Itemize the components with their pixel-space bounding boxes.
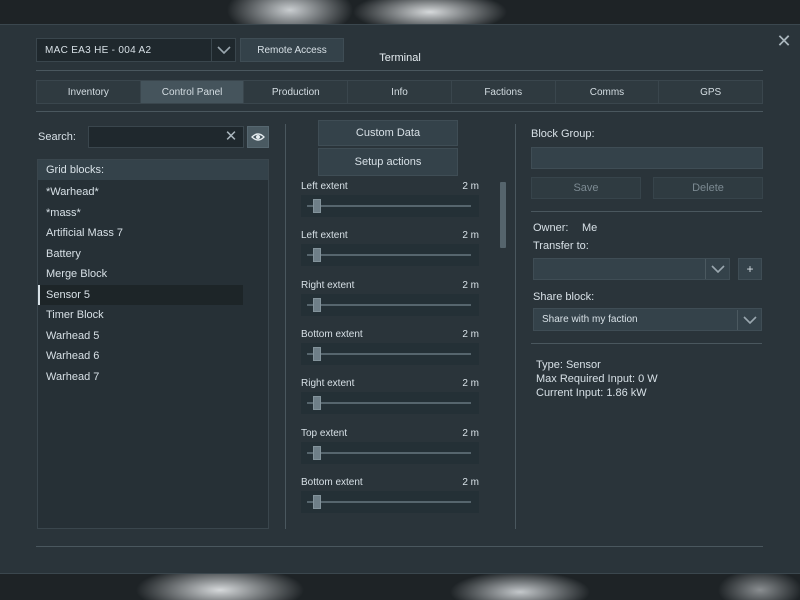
right-divider-2 (531, 343, 762, 344)
extent-slider-row: Right extent 2 m (301, 378, 479, 418)
info-current-input: Current Input: 1.86 kW (536, 387, 647, 399)
search-label: Search: (38, 131, 76, 143)
custom-data-button[interactable]: Custom Data (318, 120, 458, 146)
block-group-label: Block Group: (531, 128, 595, 140)
eye-icon (251, 133, 265, 141)
column-divider-left (285, 124, 286, 529)
chevron-down-icon[interactable] (211, 39, 235, 61)
share-dropdown[interactable]: Share with my faction (533, 308, 762, 331)
list-item[interactable]: Timer Block (38, 305, 243, 326)
tab-inventory[interactable]: Inventory (37, 81, 141, 103)
slider-value: 2 m (462, 428, 479, 439)
delete-button[interactable]: Delete (653, 177, 763, 199)
slider-handle[interactable] (313, 347, 321, 361)
list-item[interactable]: Warhead 5 (38, 326, 243, 347)
slider-track[interactable] (301, 442, 479, 464)
slider-track[interactable] (301, 244, 479, 266)
slider-label: Right extent (301, 280, 355, 291)
tabs-divider (36, 111, 763, 112)
add-transfer-button[interactable]: + (738, 258, 762, 280)
slider-value: 2 m (462, 378, 479, 389)
save-button[interactable]: Save (531, 177, 641, 199)
list-item-selected[interactable]: Sensor 5 (38, 284, 243, 305)
list-item[interactable]: *Warhead* (38, 182, 243, 203)
list-item[interactable]: Warhead 6 (38, 346, 243, 367)
setup-actions-button[interactable]: Setup actions (318, 148, 458, 176)
tab-bar: Inventory Control Panel Production Info … (36, 80, 763, 104)
show-hidden-button[interactable] (247, 126, 269, 148)
tab-factions[interactable]: Factions (452, 81, 556, 103)
list-item[interactable]: Battery (38, 244, 243, 265)
slider-track[interactable] (301, 392, 479, 414)
block-info: Type: Sensor Max Required Input: 0 W Cur… (536, 358, 658, 400)
close-icon[interactable]: ✕ (776, 32, 792, 50)
block-list: Grid blocks: *Warhead* *mass* Artificial… (37, 159, 269, 529)
remote-access-button[interactable]: Remote Access (240, 38, 344, 62)
slider-handle[interactable] (313, 495, 321, 509)
tab-gps[interactable]: GPS (659, 81, 762, 103)
slider-label: Top extent (301, 428, 348, 439)
slider-handle[interactable] (313, 248, 321, 262)
tab-control-panel[interactable]: Control Panel (140, 81, 245, 103)
transfer-dropdown[interactable] (533, 258, 730, 280)
owner-label: Owner: (533, 222, 569, 234)
slider-label: Left extent (301, 230, 348, 241)
share-label: Share block: (533, 291, 595, 303)
owner-value: Me (582, 222, 598, 234)
chevron-down-icon[interactable] (737, 309, 761, 330)
grid-selector-value: MAC EA3 HE - 004 A2 (45, 44, 152, 56)
clear-icon[interactable]: ✕ (223, 129, 239, 145)
slider-handle[interactable] (313, 396, 321, 410)
window-title: Terminal (379, 52, 421, 64)
footer-divider (36, 546, 763, 547)
list-item[interactable]: Merge Block (38, 264, 243, 285)
extent-slider-row: Top extent 2 m (301, 428, 479, 468)
slider-label: Bottom extent (301, 477, 363, 488)
chevron-down-icon[interactable] (705, 259, 729, 279)
right-divider-1 (531, 211, 762, 212)
tab-info[interactable]: Info (348, 81, 452, 103)
properties-scrollbar[interactable] (500, 182, 506, 248)
slider-track[interactable] (301, 195, 479, 217)
slider-track[interactable] (301, 491, 479, 513)
tab-comms[interactable]: Comms (556, 81, 660, 103)
search-input[interactable]: ✕ (88, 126, 244, 148)
info-max-input: Max Required Input: 0 W (536, 373, 658, 385)
slider-value: 2 m (462, 230, 479, 241)
grid-selector[interactable]: MAC EA3 HE - 004 A2 (36, 38, 236, 62)
info-type: Type: Sensor (536, 359, 601, 371)
slider-track[interactable] (301, 343, 479, 365)
slider-label: Bottom extent (301, 329, 363, 340)
block-group-input[interactable] (531, 147, 763, 169)
block-list-header: Grid blocks: (38, 160, 268, 180)
extent-slider-row: Bottom extent 2 m (301, 477, 479, 517)
extent-slider-row: Left extent 2 m (301, 181, 479, 221)
list-item[interactable]: Warhead 7 (38, 367, 243, 388)
slider-handle[interactable] (313, 199, 321, 213)
slider-label: Right extent (301, 378, 355, 389)
extent-slider-row: Right extent 2 m (301, 280, 479, 320)
transfer-label: Transfer to: (533, 240, 589, 252)
slider-value: 2 m (462, 477, 479, 488)
tab-production[interactable]: Production (244, 81, 349, 103)
slider-handle[interactable] (313, 446, 321, 460)
extent-slider-row: Bottom extent 2 m (301, 329, 479, 369)
column-divider-right (515, 124, 516, 529)
slider-value: 2 m (462, 329, 479, 340)
extent-slider-row: Left extent 2 m (301, 230, 479, 270)
slider-handle[interactable] (313, 298, 321, 312)
list-item[interactable]: Artificial Mass 7 (38, 223, 243, 244)
share-value: Share with my faction (542, 314, 638, 325)
slider-value: 2 m (462, 280, 479, 291)
list-item[interactable]: *mass* (38, 203, 243, 224)
slider-label: Left extent (301, 181, 348, 192)
header-divider (36, 70, 763, 71)
slider-track[interactable] (301, 294, 479, 316)
slider-value: 2 m (462, 181, 479, 192)
